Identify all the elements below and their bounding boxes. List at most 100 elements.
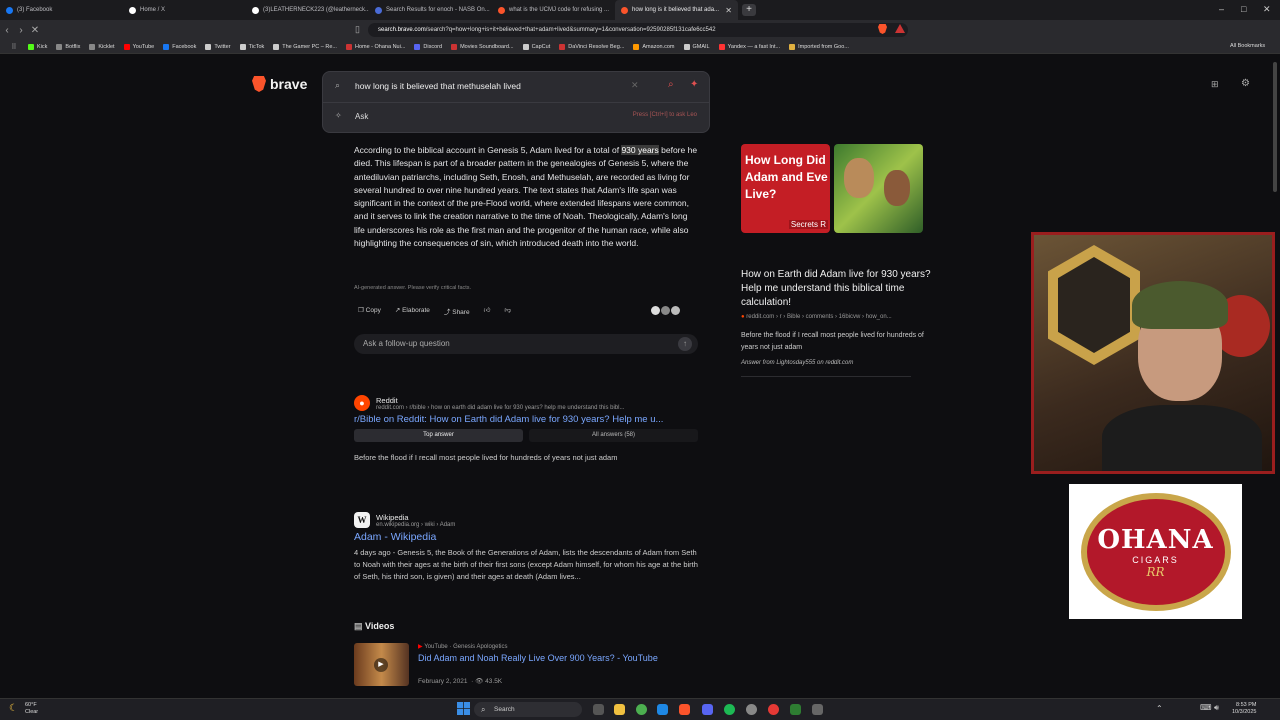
followup-input[interactable]: Ask a follow-up question ↑	[354, 334, 698, 354]
taskbar-search[interactable]: ⌕ Search	[474, 702, 582, 717]
bookmark-item[interactable]: Yandex — a fast Int...	[718, 43, 780, 50]
browser-tab[interactable]: (3)LEATHERNECK223 (@leatherneck...	[246, 0, 369, 20]
image-thumb-1[interactable]: How Long Did Adam and Eve Live? Secrets …	[741, 144, 830, 233]
forward-icon[interactable]: ›	[14, 25, 28, 36]
bookmark-item[interactable]: Home - Ohana Nui...	[345, 43, 405, 50]
bookmark-item[interactable]: Amazon.com	[633, 43, 675, 50]
all-bookmarks[interactable]: All Bookmarks	[1230, 43, 1265, 49]
share-button[interactable]: ⤴ Share	[444, 306, 470, 316]
result-path[interactable]: reddit.com › r/bible › how on earth did …	[376, 405, 624, 411]
search-submit-icon[interactable]: ⌕	[668, 79, 674, 90]
sidebar-title[interactable]: How on Earth did Adam live for 930 years…	[741, 268, 936, 310]
brave-logo[interactable]: brave	[252, 76, 307, 92]
youtube-icon: ▶	[418, 644, 423, 650]
tab-all-answers[interactable]: All answers (58)	[529, 429, 698, 442]
browser-tab[interactable]: Home / X	[123, 0, 246, 20]
result-title-link[interactable]: Adam - Wikipedia	[354, 531, 698, 543]
bookmark-label: YouTube	[132, 43, 155, 50]
elaborate-button[interactable]: ↗ Elaborate	[395, 306, 430, 316]
image-thumb-2[interactable]	[834, 144, 923, 233]
bookmark-label: Botflix	[65, 43, 81, 50]
discord-icon[interactable]	[702, 704, 713, 715]
send-icon[interactable]: ↑	[678, 337, 692, 351]
browser-tab[interactable]: Search Results for enoch - NASB On...	[369, 0, 492, 20]
file-explorer-icon[interactable]	[614, 704, 625, 715]
bookmark-item[interactable]: DaVinci Resolve Beg...	[559, 43, 624, 50]
address-bar[interactable]: search.brave.com/search?q=how+long+is+it…	[368, 23, 908, 37]
tab-favicon-icon	[498, 6, 505, 14]
bookmark-item[interactable]: Botflix	[56, 43, 81, 50]
new-tab-button[interactable]: +	[742, 4, 756, 16]
search-icon: ⌕	[481, 705, 486, 714]
bookmark-item[interactable]: CapCut	[522, 43, 550, 50]
result-path[interactable]: en.wikipedia.org › wiki › Adam	[376, 522, 455, 528]
bookmark-item[interactable]: Facebook	[163, 43, 196, 50]
edge-icon[interactable]	[657, 704, 668, 715]
tray-chevron-icon[interactable]: ⌃	[1156, 704, 1163, 713]
thumbs-down-icon[interactable]: 👎︎	[504, 306, 511, 316]
leo-ai-icon[interactable]: ✦	[690, 79, 698, 90]
apps-grid-icon[interactable]: ⠿	[0, 43, 28, 51]
reload-icon[interactable]: ✕	[28, 25, 42, 36]
task-view-icon[interactable]	[593, 704, 604, 715]
windows-start-icon[interactable]	[457, 702, 470, 715]
divider	[741, 376, 911, 377]
bookmark-favicon-icon	[123, 43, 130, 50]
sidebar-source[interactable]: ● reddit.com › r › Bible › comments › 16…	[741, 314, 936, 320]
bookmark-favicon-icon	[451, 43, 458, 50]
tab-strip: (3) Facebook Home / X (3)LEATHERNECK223 (@…	[0, 0, 1280, 20]
network-icon[interactable]: ⌨	[1200, 703, 1212, 712]
minimize-button[interactable]: –	[1219, 4, 1224, 14]
clear-icon[interactable]: ✕	[631, 80, 639, 91]
app-icon-red[interactable]	[768, 704, 779, 715]
maximize-button[interactable]: □	[1241, 4, 1246, 14]
bookmark-item[interactable]: The Gamer PC – Re...	[273, 43, 337, 50]
ask-option[interactable]: Ask	[355, 112, 368, 121]
webcam-overlay	[1031, 232, 1275, 474]
spotify-icon[interactable]	[724, 704, 735, 715]
image-results: How Long Did Adam and Eve Live? Secrets …	[741, 144, 923, 233]
tab-top-answer[interactable]: Top answer	[354, 429, 523, 442]
close-tab-icon[interactable]: ✕	[725, 6, 732, 15]
scrollbar-thumb[interactable]	[1273, 62, 1277, 192]
bookmark-item[interactable]: Kick	[28, 43, 48, 50]
settings-gear-icon[interactable]: ⚙	[1241, 78, 1250, 89]
bookmark-item[interactable]: Twitter	[205, 43, 231, 50]
taskbar: ☾ 60°F Clear ⌕ Search ⌃ ⌨ 🔊︎ 8:53 PM 10/3/…	[0, 698, 1280, 720]
clock[interactable]: 8:53 PM 10/3/2025	[1232, 702, 1256, 716]
weather-widget[interactable]: 60°F Clear	[25, 702, 38, 716]
volume-icon[interactable]: 🔊︎	[1214, 703, 1219, 713]
bookmark-item[interactable]: TicTok	[239, 43, 264, 50]
video-title-link[interactable]: Did Adam and Noah Really Live Over 900 Y…	[418, 653, 658, 663]
close-window-button[interactable]: ✕	[1263, 4, 1271, 15]
bookmark-item[interactable]: Kicklet	[89, 43, 115, 50]
app-icon-gray[interactable]	[812, 704, 823, 715]
chrome-icon[interactable]	[636, 704, 647, 715]
bookmark-item[interactable]: Movies Soundboard...	[451, 43, 514, 50]
video-thumbnail[interactable]: ▶	[354, 643, 409, 686]
bookmark-item[interactable]: Imported from Goo...	[789, 43, 849, 50]
bookmark-icon[interactable]: ▯	[355, 24, 360, 35]
bookmark-item[interactable]: Discord	[414, 43, 442, 50]
back-icon[interactable]: ‹	[0, 25, 14, 36]
browser-tab[interactable]: what is the UCMJ code for refusing ...	[492, 0, 615, 20]
obs-icon[interactable]	[746, 704, 757, 715]
divider	[323, 102, 709, 103]
search-input[interactable]: how long is it believed that methuselah …	[355, 81, 521, 91]
result-title-link[interactable]: r/Bible on Reddit: How on Earth did Adam…	[354, 414, 698, 425]
bookmark-label: Kick	[37, 43, 48, 50]
thumbs-up-icon[interactable]: 👍︎	[484, 306, 491, 316]
bookmark-item[interactable]: YouTube	[123, 43, 155, 50]
bookmark-item[interactable]: GMAIL	[683, 43, 710, 50]
bookmark-label: Movies Soundboard...	[460, 43, 514, 50]
browser-tab[interactable]: how long is it believed that ada... ✕	[615, 0, 738, 20]
copy-button[interactable]: ❐ Copy	[358, 306, 381, 316]
app-icon-green[interactable]	[790, 704, 801, 715]
apps-icon[interactable]: ⊞	[1211, 79, 1219, 90]
bookmark-favicon-icon	[273, 43, 280, 50]
brave-rewards-icon[interactable]	[895, 24, 905, 33]
bookmark-label: Imported from Goo...	[798, 43, 849, 50]
source-favicons[interactable]	[651, 306, 680, 315]
browser-tab[interactable]: (3) Facebook	[0, 0, 123, 20]
brave-taskbar-icon[interactable]	[679, 704, 690, 715]
